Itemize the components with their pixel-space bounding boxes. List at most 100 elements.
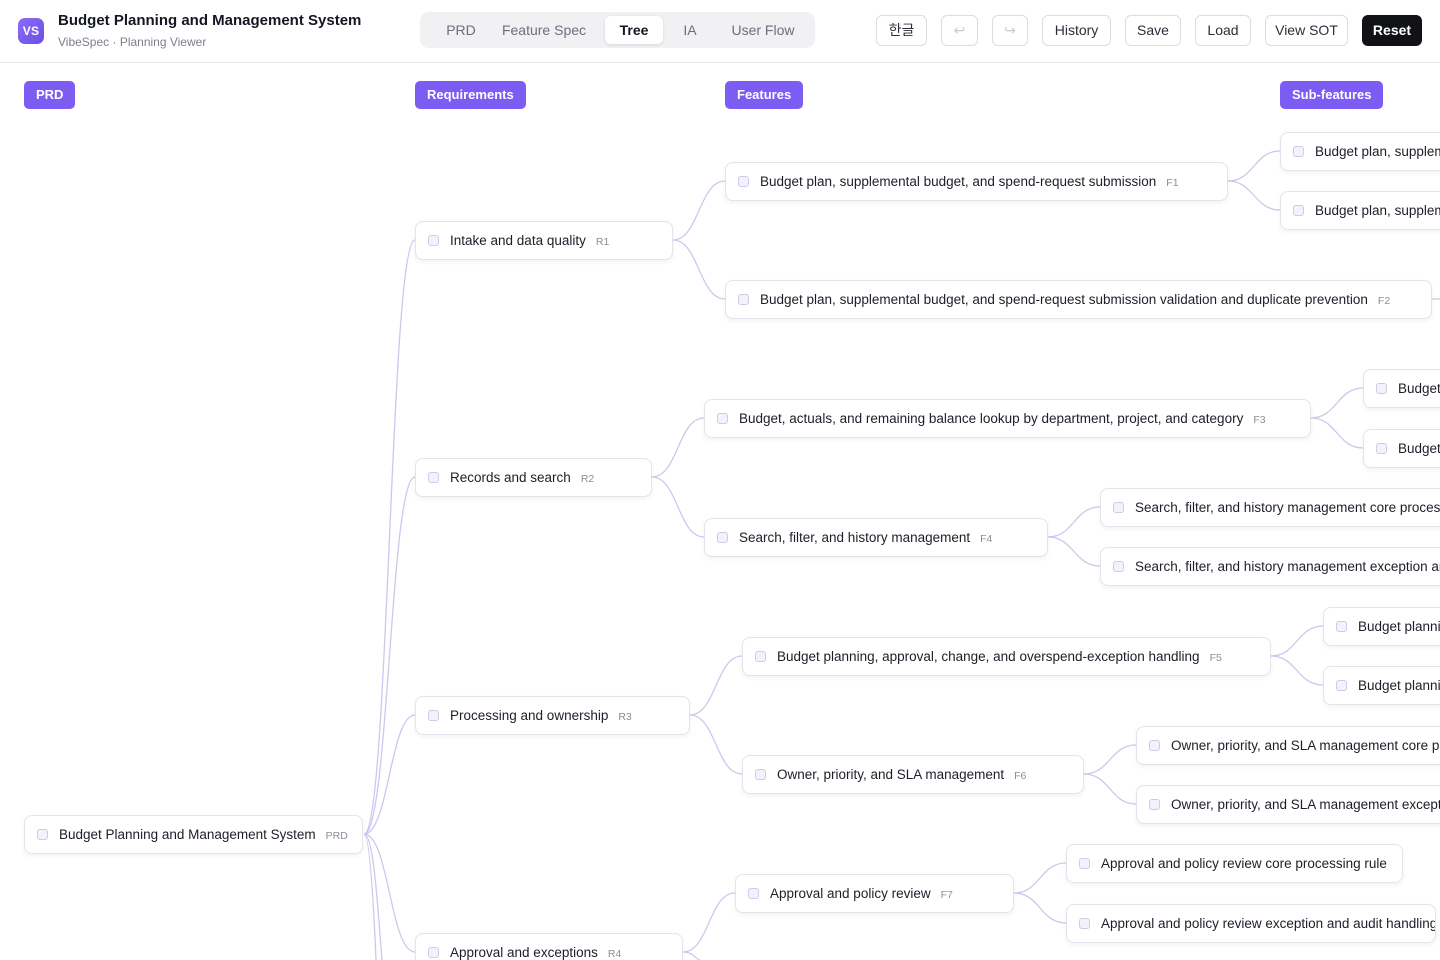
- tree-node-subfeature[interactable]: Budget plannir: [1323, 666, 1440, 705]
- node-checkbox[interactable]: [748, 888, 759, 899]
- node-code: F5: [1209, 652, 1222, 664]
- tree-node-subfeature[interactable]: Owner, priority, and SLA management exce…: [1136, 785, 1440, 824]
- column-label-prd: PRD: [24, 81, 76, 109]
- tab-user-flow[interactable]: User Flow: [722, 16, 804, 44]
- node-checkbox[interactable]: [755, 651, 766, 662]
- node-checkbox[interactable]: [428, 235, 439, 246]
- node-label: Search, filter, and history management: [739, 530, 971, 545]
- tree-node-feature[interactable]: Search, filter, and history management F4: [704, 518, 1048, 557]
- redo-icon[interactable]: ↪: [992, 15, 1028, 46]
- view-tabs: PRD Feature Spec Tree IA User Flow: [420, 12, 815, 48]
- node-label: Owner, priority, and SLA management exce…: [1171, 797, 1440, 812]
- node-code: F6: [1014, 770, 1027, 782]
- node-label: Budget plan, suppleme: [1315, 144, 1440, 159]
- tree-node-subfeature[interactable]: Search, filter, and history management c…: [1100, 488, 1440, 527]
- node-label: Budget,: [1398, 381, 1440, 396]
- node-checkbox[interactable]: [1336, 680, 1347, 691]
- node-checkbox[interactable]: [738, 176, 749, 187]
- tree-node-subfeature[interactable]: Budget plannir: [1323, 607, 1440, 646]
- tree-node-requirement[interactable]: Records and search R2: [415, 458, 652, 497]
- tab-ia[interactable]: IA: [670, 16, 710, 44]
- save-button[interactable]: Save: [1125, 15, 1181, 46]
- tab-tree[interactable]: Tree: [605, 16, 663, 44]
- node-checkbox[interactable]: [1376, 383, 1387, 394]
- node-code: R2: [580, 473, 595, 485]
- node-label: Budget plan, supplemental budget, and sp…: [760, 174, 1157, 189]
- tree-node-subfeature[interactable]: Budget,: [1363, 369, 1440, 408]
- tree-node-root[interactable]: Budget Planning and Management System PRD: [24, 815, 363, 854]
- undo-icon[interactable]: ↩: [941, 15, 978, 46]
- node-checkbox[interactable]: [37, 829, 48, 840]
- column-label-features: Features: [725, 81, 804, 109]
- node-label: Budget plan, supplemental budget, and sp…: [760, 292, 1368, 307]
- node-checkbox[interactable]: [717, 413, 728, 424]
- node-checkbox[interactable]: [1149, 799, 1160, 810]
- node-checkbox[interactable]: [1293, 146, 1304, 157]
- node-checkbox[interactable]: [1376, 443, 1387, 454]
- tree-node-subfeature[interactable]: Budget plan, suppleme: [1280, 191, 1440, 230]
- node-label: Budget plan, suppleme: [1315, 203, 1440, 218]
- node-checkbox[interactable]: [1293, 205, 1304, 216]
- node-checkbox[interactable]: [428, 947, 439, 958]
- node-checkbox[interactable]: [1113, 561, 1124, 572]
- node-label: Approval and policy review: [770, 886, 931, 901]
- column-label-requirements: Requirements: [415, 81, 526, 109]
- tree-node-requirement[interactable]: Processing and ownership R3: [415, 696, 690, 735]
- node-code: F2: [1377, 295, 1391, 307]
- node-checkbox[interactable]: [717, 532, 728, 543]
- history-button[interactable]: History: [1042, 15, 1111, 46]
- node-checkbox[interactable]: [1149, 740, 1160, 751]
- tree-node-feature[interactable]: Approval and policy review F7: [735, 874, 1014, 913]
- node-checkbox[interactable]: [755, 769, 766, 780]
- node-label: Budget Planning and Management System: [59, 827, 316, 842]
- tree-node-requirement[interactable]: Intake and data quality R1: [415, 221, 673, 260]
- tree-node-requirement[interactable]: Approval and exceptions R4: [415, 933, 683, 960]
- node-checkbox[interactable]: [1079, 918, 1090, 929]
- tree-node-feature[interactable]: Budget plan, supplemental budget, and sp…: [725, 280, 1432, 319]
- node-code: F4: [980, 533, 993, 545]
- tree-node-subfeature[interactable]: Budget plan, suppleme: [1280, 132, 1440, 171]
- tree-node-feature[interactable]: Budget plan, supplemental budget, and sp…: [725, 162, 1228, 201]
- node-checkbox[interactable]: [1336, 621, 1347, 632]
- node-code: F3: [1253, 414, 1266, 426]
- node-checkbox[interactable]: [1079, 858, 1090, 869]
- node-label: Budget plannir: [1358, 678, 1440, 693]
- tree-node-feature[interactable]: Budget planning, approval, change, and o…: [742, 637, 1271, 676]
- node-label: Owner, priority, and SLA management core…: [1171, 738, 1440, 753]
- tree-canvas[interactable]: PRD Requirements Features Sub-features B…: [0, 63, 1440, 960]
- node-checkbox[interactable]: [1113, 502, 1124, 513]
- view-sot-button[interactable]: View SOT: [1265, 15, 1348, 46]
- node-label: Owner, priority, and SLA management: [777, 767, 1005, 782]
- reset-button[interactable]: Reset: [1362, 15, 1422, 46]
- tree-node-subfeature[interactable]: Owner, priority, and SLA management core…: [1136, 726, 1440, 765]
- tab-feature-spec[interactable]: Feature Spec: [498, 16, 590, 44]
- node-label: Approval and exceptions: [450, 945, 598, 960]
- node-label: Search, filter, and history management c…: [1135, 500, 1440, 515]
- top-bar: VS Budget Planning and Management System…: [0, 0, 1440, 63]
- node-checkbox[interactable]: [428, 472, 439, 483]
- node-code: R3: [618, 711, 632, 723]
- node-label: Budget, actuals, and remaining balance l…: [739, 411, 1244, 426]
- node-label: Approval and policy review exception and…: [1101, 916, 1436, 931]
- tree-node-feature[interactable]: Owner, priority, and SLA management F6: [742, 755, 1084, 794]
- node-label: Budget,: [1398, 441, 1440, 456]
- tree-node-subfeature[interactable]: Budget,: [1363, 429, 1440, 468]
- tree-node-subfeature[interactable]: Approval and policy review exception and…: [1066, 904, 1436, 943]
- tree-node-feature[interactable]: Budget, actuals, and remaining balance l…: [704, 399, 1311, 438]
- tab-prd[interactable]: PRD: [428, 16, 494, 44]
- node-code: PRD: [325, 830, 348, 842]
- app-logo: VS: [18, 18, 44, 44]
- load-button[interactable]: Load: [1195, 15, 1251, 46]
- node-label: Records and search: [450, 470, 571, 485]
- app-title: Budget Planning and Management System: [58, 12, 362, 29]
- node-label: Budget plannir: [1358, 619, 1440, 634]
- node-checkbox[interactable]: [428, 710, 439, 721]
- node-label: Approval and policy review core processi…: [1101, 856, 1387, 871]
- language-toggle-button[interactable]: 한글: [876, 15, 927, 46]
- tree-node-subfeature[interactable]: Search, filter, and history management e…: [1100, 547, 1440, 586]
- column-label-subfeatures: Sub-features: [1280, 81, 1384, 109]
- node-code: F7: [940, 889, 953, 901]
- node-code: R1: [595, 236, 610, 248]
- tree-node-subfeature[interactable]: Approval and policy review core processi…: [1066, 844, 1403, 883]
- node-checkbox[interactable]: [738, 294, 749, 305]
